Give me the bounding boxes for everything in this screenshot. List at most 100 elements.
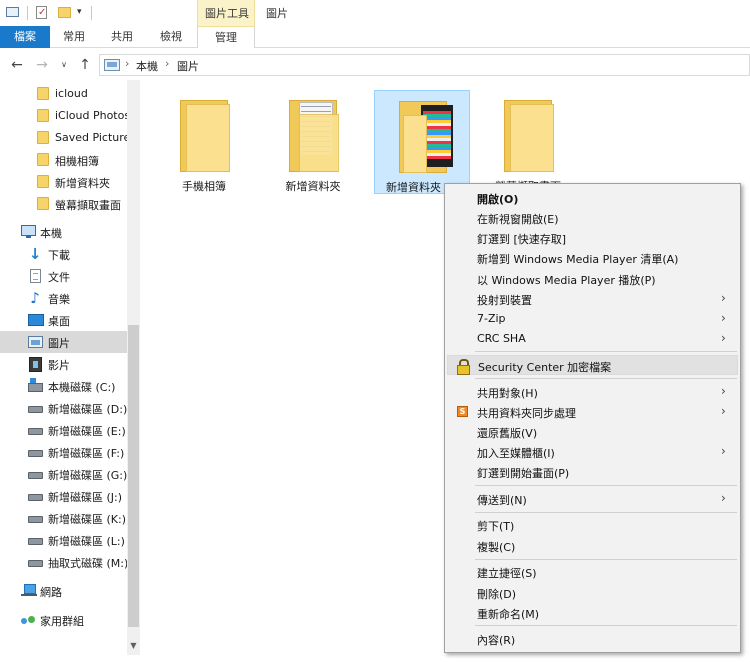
menu-item-delete[interactable]: 刪除(D) bbox=[447, 583, 738, 603]
menu-item-send-to[interactable]: 傳送到(N) › bbox=[447, 489, 738, 509]
submenu-arrow-icon: › bbox=[721, 444, 726, 458]
sidebar-item-this-pc[interactable]: 本機 bbox=[0, 221, 127, 243]
address-bar[interactable]: › 本機 › 圖片 bbox=[99, 54, 750, 76]
folder-item[interactable]: 螢幕擷取畫面 bbox=[480, 90, 576, 194]
menu-item-copy[interactable]: 複製(C) bbox=[447, 536, 738, 556]
back-arrow-icon[interactable]: ← bbox=[8, 55, 26, 75]
pictures-icon bbox=[28, 336, 43, 348]
menu-item-security-center-encrypt[interactable]: Security Center 加密檔案 bbox=[447, 355, 738, 375]
pictures-location-icon bbox=[104, 59, 120, 71]
menu-separator bbox=[475, 485, 737, 486]
tab-share[interactable]: 共用 bbox=[102, 26, 142, 48]
sidebar-item-network[interactable]: 網路 bbox=[0, 580, 127, 602]
forward-arrow-icon[interactable]: → bbox=[33, 55, 51, 75]
customize-toolbar-icon[interactable]: ▾ bbox=[76, 5, 86, 21]
menu-item-crc-sha[interactable]: CRC SHA › bbox=[447, 329, 738, 349]
sidebar-item-camera-roll[interactable]: 相機相簿 bbox=[0, 149, 127, 171]
new-folder-icon[interactable] bbox=[58, 5, 72, 21]
menu-item-properties[interactable]: 內容(R) bbox=[447, 629, 738, 649]
sidebar-item-music[interactable]: ♪ 音樂 bbox=[0, 287, 127, 309]
sync-icon: S bbox=[457, 406, 468, 417]
breadcrumb-this-pc[interactable]: 本機 bbox=[136, 58, 158, 74]
sidebar-item-drive-d[interactable]: 新增磁碟區 (D:) bbox=[0, 397, 127, 419]
folder-name: 新增資料夾 bbox=[285, 180, 341, 193]
folder-item[interactable]: 新增資料夾 bbox=[265, 90, 361, 194]
menu-item-cast-to-device[interactable]: 投射到裝置 › bbox=[447, 289, 738, 309]
homegroup-icon bbox=[21, 614, 37, 626]
tab-home[interactable]: 常用 bbox=[54, 26, 94, 48]
sidebar-item-videos[interactable]: 影片 bbox=[0, 353, 127, 375]
menu-item-label: 建立捷徑(S) bbox=[477, 567, 537, 580]
menu-item-rename[interactable]: 重新命名(M) bbox=[447, 603, 738, 623]
menu-item-share-with[interactable]: 共用對象(H) › bbox=[447, 382, 738, 402]
menu-item-label: 還原舊版(V) bbox=[477, 427, 538, 440]
window-menu-icon[interactable] bbox=[6, 5, 20, 21]
folder-item[interactable]: 手機相簿 bbox=[156, 90, 252, 194]
folder-item-selected[interactable]: 新增資料夾 (2) bbox=[374, 90, 470, 194]
sidebar-item-label: 文件 bbox=[48, 271, 70, 284]
breadcrumb-chevron-icon[interactable]: › bbox=[165, 57, 169, 70]
sidebar-item-icloud-photos[interactable]: iCloud Photos bbox=[0, 105, 131, 127]
sidebar-item-label: 桌面 bbox=[48, 315, 70, 328]
menu-item-label: 共用對象(H) bbox=[477, 387, 538, 400]
sidebar-item-drive-k[interactable]: 新增磁碟區 (K:) bbox=[0, 507, 127, 529]
breadcrumb-pictures[interactable]: 圖片 bbox=[177, 58, 199, 74]
sidebar-item-label: 相機相簿 bbox=[55, 155, 99, 168]
scroll-down-arrow-icon[interactable]: ▼ bbox=[127, 640, 140, 652]
menu-item-open-new-window[interactable]: 在新視窗開啟(E) bbox=[447, 208, 738, 228]
menu-item-create-shortcut[interactable]: 建立捷徑(S) bbox=[447, 562, 738, 582]
sidebar-item-pictures[interactable]: 圖片 bbox=[0, 331, 127, 353]
nav-pane-scroll-thumb[interactable] bbox=[128, 325, 139, 627]
sidebar-item-label: Saved Pictures bbox=[55, 131, 137, 144]
breadcrumb-chevron-icon[interactable]: › bbox=[125, 57, 129, 70]
drive-icon bbox=[28, 450, 43, 457]
sidebar-item-new-folder[interactable]: 新增資料夾 bbox=[0, 171, 127, 193]
sidebar-item-homegroup[interactable]: 家用群組 bbox=[0, 609, 127, 631]
sidebar-item-screenshots[interactable]: 螢幕擷取畫面 bbox=[0, 193, 127, 215]
menu-item-pin-to-start[interactable]: 釘選到開始畫面(P) bbox=[447, 462, 738, 482]
menu-item-restore-previous[interactable]: 還原舊版(V) bbox=[447, 422, 738, 442]
sidebar-item-label: 圖片 bbox=[48, 337, 70, 350]
tab-view[interactable]: 檢視 bbox=[150, 26, 192, 48]
sidebar-item-documents[interactable]: 文件 bbox=[0, 265, 127, 287]
menu-item-open[interactable]: 開啟(O) bbox=[447, 188, 738, 208]
sidebar-item-drive-g[interactable]: 新增磁碟區 (G:) bbox=[0, 463, 127, 485]
properties-icon[interactable]: ✓ bbox=[35, 5, 49, 21]
menu-item-7zip[interactable]: 7-Zip › bbox=[447, 309, 738, 329]
sidebar-item-saved-pictures[interactable]: Saved Pictures bbox=[0, 127, 136, 149]
sidebar-item-drive-c[interactable]: 本機磁碟 (C:) bbox=[0, 375, 127, 397]
sidebar-item-label: 新增磁碟區 (G:) bbox=[48, 469, 128, 482]
sidebar-item-drive-j[interactable]: 新增磁碟區 (J:) bbox=[0, 485, 127, 507]
menu-item-label: 新增到 Windows Media Player 清單(A) bbox=[477, 253, 679, 266]
music-icon: ♪ bbox=[30, 289, 40, 307]
sidebar-item-icloud[interactable]: icloud bbox=[0, 83, 127, 105]
up-arrow-icon[interactable]: ↑ bbox=[76, 55, 94, 75]
sidebar-item-drive-m[interactable]: 抽取式磁碟 (M:) bbox=[0, 551, 129, 573]
menu-item-pin-quick-access[interactable]: 釘選到 [快速存取] bbox=[447, 228, 738, 248]
sidebar-item-label: 抽取式磁碟 (M:) bbox=[48, 557, 129, 570]
menu-separator bbox=[475, 378, 737, 379]
sidebar-item-desktop[interactable]: 桌面 bbox=[0, 309, 127, 331]
sidebar-item-label: 本機 bbox=[40, 227, 62, 240]
menu-item-cut[interactable]: 剪下(T) bbox=[447, 515, 738, 535]
menu-item-label: 傳送到(N) bbox=[477, 494, 527, 507]
sidebar-item-drive-e[interactable]: 新增磁碟區 (E:) bbox=[0, 419, 127, 441]
recent-locations-chevron-icon[interactable]: ∨ bbox=[58, 55, 70, 75]
tab-manage[interactable]: 管理 bbox=[197, 26, 255, 48]
sidebar-item-drive-l[interactable]: 新增磁碟區 (L:) bbox=[0, 529, 127, 551]
menu-item-label: 剪下(T) bbox=[477, 520, 515, 533]
tab-file[interactable]: 檔案 bbox=[0, 26, 50, 48]
sidebar-item-drive-f[interactable]: 新增磁碟區 (F:) bbox=[0, 441, 127, 463]
menu-item-shared-folder-sync[interactable]: S 共用資料夾同步處理 › bbox=[447, 402, 738, 422]
menu-item-play-with-wmp[interactable]: 以 Windows Media Player 播放(P) bbox=[447, 269, 738, 289]
folder-icon bbox=[180, 100, 230, 172]
sidebar-item-label: iCloud Photos bbox=[55, 109, 131, 122]
desktop-icon bbox=[28, 314, 44, 326]
menu-item-label: 釘選到 [快速存取] bbox=[477, 233, 567, 246]
sidebar-item-downloads[interactable]: ↓ 下載 bbox=[0, 243, 127, 265]
window-title: 圖片 bbox=[266, 7, 288, 20]
folder-with-image-icon bbox=[399, 101, 453, 173]
menu-item-add-to-wmp-list[interactable]: 新增到 Windows Media Player 清單(A) bbox=[447, 248, 738, 268]
menu-item-include-in-library[interactable]: 加入至媒體櫃(I) › bbox=[447, 442, 738, 462]
folder-icon bbox=[37, 197, 49, 210]
